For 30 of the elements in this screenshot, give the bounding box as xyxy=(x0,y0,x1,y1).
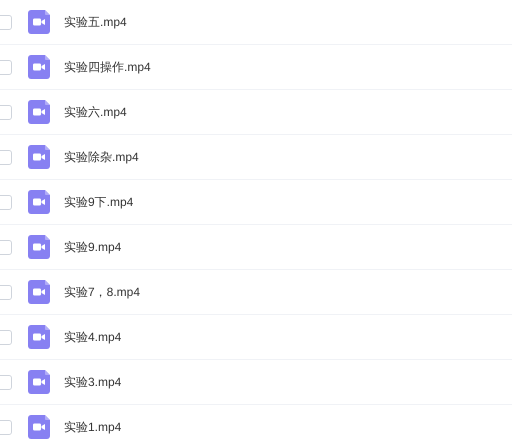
checkbox[interactable] xyxy=(0,330,12,344)
checkbox[interactable] xyxy=(0,240,12,254)
file-name[interactable]: 实验1.mp4 xyxy=(64,418,122,436)
file-name[interactable]: 实验六.mp4 xyxy=(64,103,127,121)
video-file-icon xyxy=(28,100,50,124)
file-name[interactable]: 实验9下.mp4 xyxy=(64,193,134,211)
checkbox[interactable] xyxy=(0,284,12,300)
checkbox[interactable] xyxy=(0,374,12,390)
video-file-icon xyxy=(28,415,50,439)
file-name[interactable]: 实验7，8.mp4 xyxy=(64,283,140,301)
file-name[interactable]: 实验3.mp4 xyxy=(64,373,122,391)
checkbox[interactable] xyxy=(0,104,12,120)
video-file-icon xyxy=(28,190,50,214)
checkbox[interactable] xyxy=(0,150,12,164)
checkbox[interactable] xyxy=(0,194,12,210)
file-name[interactable]: 实验除杂.mp4 xyxy=(64,148,139,166)
checkbox[interactable] xyxy=(0,420,12,434)
video-file-icon xyxy=(28,145,50,169)
video-file-icon xyxy=(28,325,50,349)
file-name[interactable]: 实验9.mp4 xyxy=(64,238,122,256)
file-name[interactable]: 实验4.mp4 xyxy=(64,328,122,346)
file-name[interactable]: 实验五.mp4 xyxy=(64,13,127,31)
checkbox[interactable] xyxy=(0,60,12,74)
video-file-icon xyxy=(28,280,50,304)
file-name[interactable]: 实验四操作.mp4 xyxy=(64,58,151,76)
video-file-icon xyxy=(28,10,50,34)
video-file-icon xyxy=(28,55,50,79)
video-file-icon xyxy=(28,235,50,259)
checkbox[interactable] xyxy=(0,14,12,30)
video-file-icon xyxy=(28,370,50,394)
